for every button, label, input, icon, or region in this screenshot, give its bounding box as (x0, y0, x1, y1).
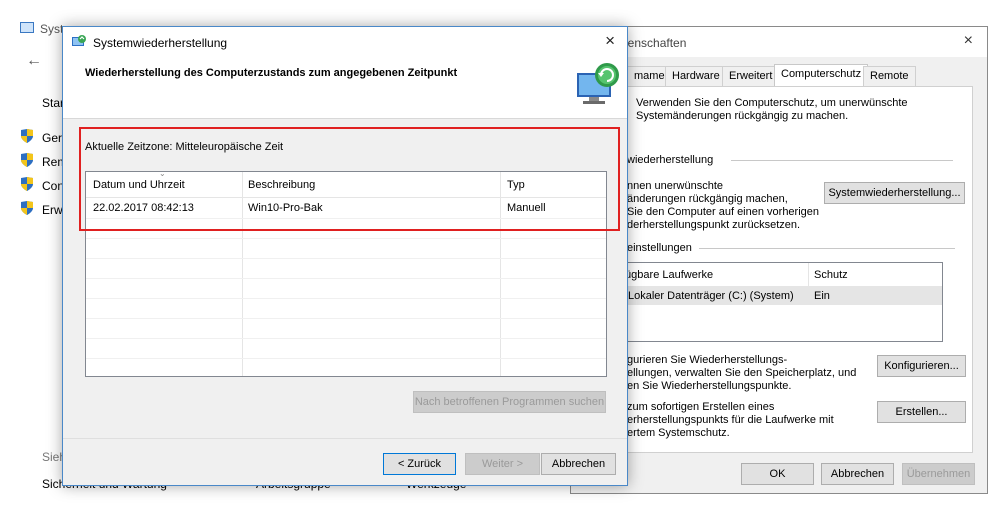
ok-button[interactable]: OK (741, 463, 814, 485)
highlight-box (79, 127, 620, 231)
system-properties-titlebar: genschaften × (571, 27, 987, 57)
sidebar-link-advanced[interactable]: Erw (42, 203, 63, 217)
create-button[interactable]: Erstellen... (877, 401, 966, 423)
intro-text-line1: Verwenden Sie den Computerschutz, um une… (636, 97, 908, 109)
drive-row-protection: Ein (814, 290, 830, 302)
restore-section-heading: wiederherstellung (627, 154, 714, 166)
restore-text-line2: änderungen rückgängig machen, (627, 193, 788, 205)
shield-icon (21, 201, 33, 215)
control-panel-title: Syst (40, 22, 64, 36)
row-divider (86, 298, 606, 299)
dialog-title: Systemwiederherstellung (93, 36, 228, 50)
create-text-line3: ertem Systemschutz. (627, 427, 730, 439)
shield-icon (21, 153, 33, 167)
system-properties-title: genschaften (621, 36, 687, 50)
settings-section-heading: einstellungen (627, 242, 692, 254)
back-button[interactable]: < Zurück (383, 453, 456, 475)
apply-button[interactable]: Übernehmen (902, 463, 975, 485)
config-text-line3: en Sie Wiederherstellungspunkte. (627, 380, 792, 392)
scan-affected-programs-button[interactable]: Nach betroffenen Programmen suchen (413, 391, 606, 413)
dialog-header: Wiederherstellung des Computerzustands z… (63, 57, 627, 119)
section-divider (699, 248, 955, 249)
footer-divider (63, 438, 627, 439)
restore-text-line3: Sie den Computer auf einen vorherigen (627, 206, 820, 218)
drive-row-name: Lokaler Datenträger (C:) (System) (628, 290, 794, 302)
row-divider (86, 258, 606, 259)
row-divider (86, 318, 606, 319)
drives-list[interactable]: fügbare Laufwerke Schutz Lokaler Datentr… (603, 262, 943, 342)
back-arrow-icon[interactable]: ← (26, 52, 42, 70)
restore-text-line1: nnen unerwünschte (627, 180, 724, 192)
close-icon[interactable]: × (605, 31, 615, 51)
config-text-line2: ellungen, verwalten Sie den Speicherplat… (627, 367, 857, 379)
shield-icon (21, 129, 33, 143)
close-icon[interactable]: × (964, 32, 973, 50)
row-divider (86, 338, 606, 339)
column-divider (808, 263, 809, 287)
cancel-button[interactable]: Abbrechen (821, 463, 894, 485)
section-divider (731, 160, 953, 161)
config-text-line1: gurieren Sie Wiederherstellungs- (627, 354, 788, 366)
configure-button[interactable]: Konfigurieren... (877, 355, 966, 377)
row-divider (86, 358, 606, 359)
dialog-heading: Wiederherstellung des Computerzustands z… (85, 67, 458, 79)
system-restore-icon (72, 35, 86, 46)
sidebar-link-computer-protection[interactable]: Con (42, 179, 64, 193)
create-text-line1: zum sofortigen Erstellen eines (627, 401, 775, 413)
row-divider (86, 238, 606, 239)
computer-icon (20, 22, 34, 33)
tab-computer-protection[interactable]: Computerschutz (774, 64, 869, 87)
create-text-line2: erherstellungspunkts für die Laufwerke m… (627, 414, 834, 426)
cancel-button[interactable]: Abbrechen (541, 453, 616, 475)
dialog-titlebar: Systemwiederherstellung × (63, 27, 627, 57)
drives-col-drive[interactable]: fügbare Laufwerke (622, 269, 713, 281)
tab-hardware[interactable]: Hardware (665, 66, 727, 86)
shield-icon (21, 177, 33, 191)
tab-advanced[interactable]: Erweitert (722, 66, 780, 86)
start-label[interactable]: Star (42, 96, 64, 110)
next-button[interactable]: Weiter > (465, 453, 540, 475)
tab-remote[interactable]: Remote (863, 66, 916, 86)
intro-text-line2: Systemänderungen rückgängig zu machen. (636, 110, 849, 122)
system-restore-large-icon (577, 63, 619, 104)
drives-col-protection[interactable]: Schutz (814, 269, 848, 281)
system-restore-button[interactable]: Systemwiederherstellung... (824, 182, 965, 204)
system-properties-window: genschaften × mame Hardware Erweitert Co… (570, 26, 988, 494)
system-restore-dialog: Systemwiederherstellung × Wiederherstell… (62, 26, 628, 486)
restore-text-line4: derherstellungspunkt zurücksetzen. (627, 219, 801, 231)
row-divider (86, 278, 606, 279)
